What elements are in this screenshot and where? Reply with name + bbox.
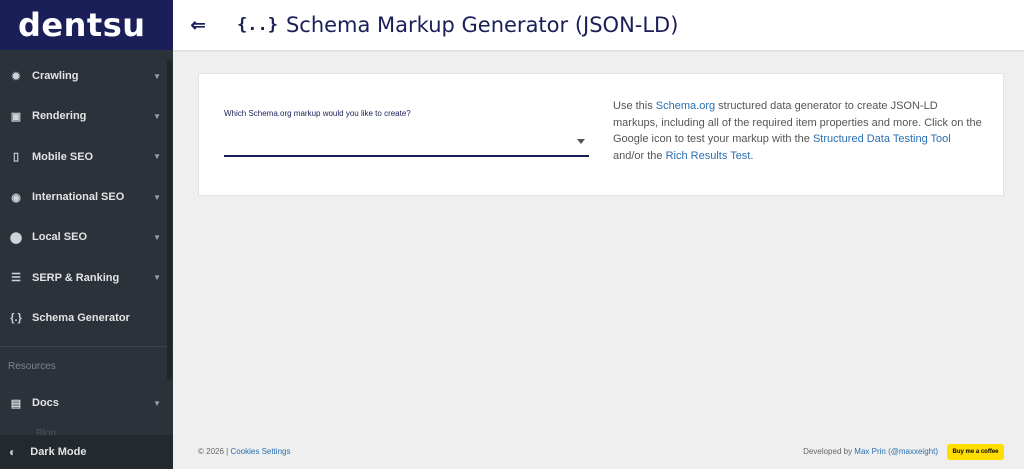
generator-description: Use this Schema.org structured data gene…: [613, 100, 982, 162]
collapse-arrow-icon: ⇐: [190, 14, 206, 35]
footer-credit: Developed by Max Prin (@maxxeight): [803, 447, 938, 456]
cookies-settings-link[interactable]: Cookies Settings: [230, 447, 290, 456]
sidebar-item-label: Local SEO: [32, 231, 88, 244]
schema-type-field: Which Schema.org markup would you like t…: [224, 103, 589, 157]
sidebar-item-label: Crawling: [32, 70, 79, 83]
resources-title: Resources: [8, 361, 56, 373]
rich-results-test-link[interactable]: Rich Results Test: [666, 150, 751, 162]
sidebar-item-international-seo[interactable]: ◉ International SEO ▼: [0, 177, 173, 217]
logo-area[interactable]: dentsu: [0, 0, 173, 50]
dentsu-logo[interactable]: dentsu: [18, 6, 146, 44]
chevron-down-icon: ▼: [153, 273, 161, 283]
sidebar: dentsu ✹ Crawling ▼ ▣ Rendering ▼ ▯ Mobi…: [0, 0, 173, 469]
sidebar-item-label: Docs: [32, 397, 59, 410]
chevron-down-icon: ▼: [153, 232, 161, 242]
caret-down-icon: [577, 139, 585, 144]
chevron-down-icon: ▼: [153, 398, 161, 408]
footer-copyright: © 2026 | Cookies Settings: [198, 447, 291, 456]
schema-org-link[interactable]: Schema.org: [656, 100, 715, 112]
dark-mode-icon: ◐: [9, 445, 17, 459]
sidebar-item-label: Rendering: [32, 110, 87, 123]
sidebar-nav: ✹ Crawling ▼ ▣ Rendering ▼ ▯ Mobile SEO …: [0, 56, 173, 423]
braces-icon: {.}: [10, 311, 22, 324]
sidebar-item-label: Mobile SEO: [32, 150, 94, 163]
buy-me-a-coffee-label: Buy me a coffee: [952, 449, 999, 455]
sidebar-item-rendering[interactable]: ▣ Rendering ▼: [0, 96, 173, 136]
docs-icon: ▤: [10, 397, 22, 410]
page-title: Schema Markup Generator (JSON-LD): [285, 13, 679, 37]
sidebar-item-label: SERP & Ranking: [32, 271, 120, 284]
bug-icon: ✹: [11, 70, 21, 83]
dark-mode-label: Dark Mode: [30, 446, 87, 458]
sidebar-item-label: Schema Generator: [32, 311, 130, 324]
sidebar-item-mobile-seo[interactable]: ▯ Mobile SEO ▼: [0, 137, 173, 177]
braces-icon: {..}: [237, 15, 278, 35]
map-pin-icon: ⬤: [9, 231, 23, 244]
sidebar-item-label: International SEO: [32, 191, 125, 204]
sidebar-scrollbar[interactable]: [167, 60, 172, 380]
schema-type-select[interactable]: [224, 129, 589, 157]
sidebar-item-docs[interactable]: ▤ Docs ▼: [0, 383, 173, 423]
chevron-down-icon: ▼: [153, 152, 161, 162]
sidebar-collapse-button[interactable]: ⇐: [173, 0, 223, 50]
generator-card: Which Schema.org markup would you like t…: [198, 73, 1004, 196]
structured-data-testing-tool-link[interactable]: Structured Data Testing Tool: [813, 133, 951, 145]
chevron-down-icon: ▼: [153, 71, 161, 81]
dark-mode-toggle[interactable]: ◐ Dark Mode: [0, 435, 173, 469]
chevron-down-icon: ▼: [153, 111, 161, 121]
buy-me-a-coffee-button[interactable]: Buy me a coffee: [947, 444, 1004, 460]
monitor-icon: ▣: [10, 110, 22, 123]
globe-icon: ◉: [11, 191, 21, 204]
sidebar-item-serp-ranking[interactable]: ☰ SERP & Ranking ▼: [0, 257, 173, 297]
author-link[interactable]: Max Prin (@maxxeight): [854, 447, 938, 456]
chevron-down-icon: ▼: [153, 192, 161, 202]
schema-type-label: Which Schema.org markup would you like t…: [224, 109, 411, 118]
sidebar-item-local-seo[interactable]: ⬤ Local SEO ▼: [0, 217, 173, 257]
list-icon: ☰: [11, 272, 21, 285]
page-header: ⇐ {..} Schema Markup Generator (JSON-LD): [173, 0, 1024, 50]
sidebar-item-schema-generator[interactable]: {.} Schema Generator: [0, 298, 173, 338]
sidebar-item-crawling[interactable]: ✹ Crawling ▼: [0, 56, 173, 96]
header-shadow: [173, 50, 1024, 52]
mobile-icon: ▯: [12, 151, 20, 164]
